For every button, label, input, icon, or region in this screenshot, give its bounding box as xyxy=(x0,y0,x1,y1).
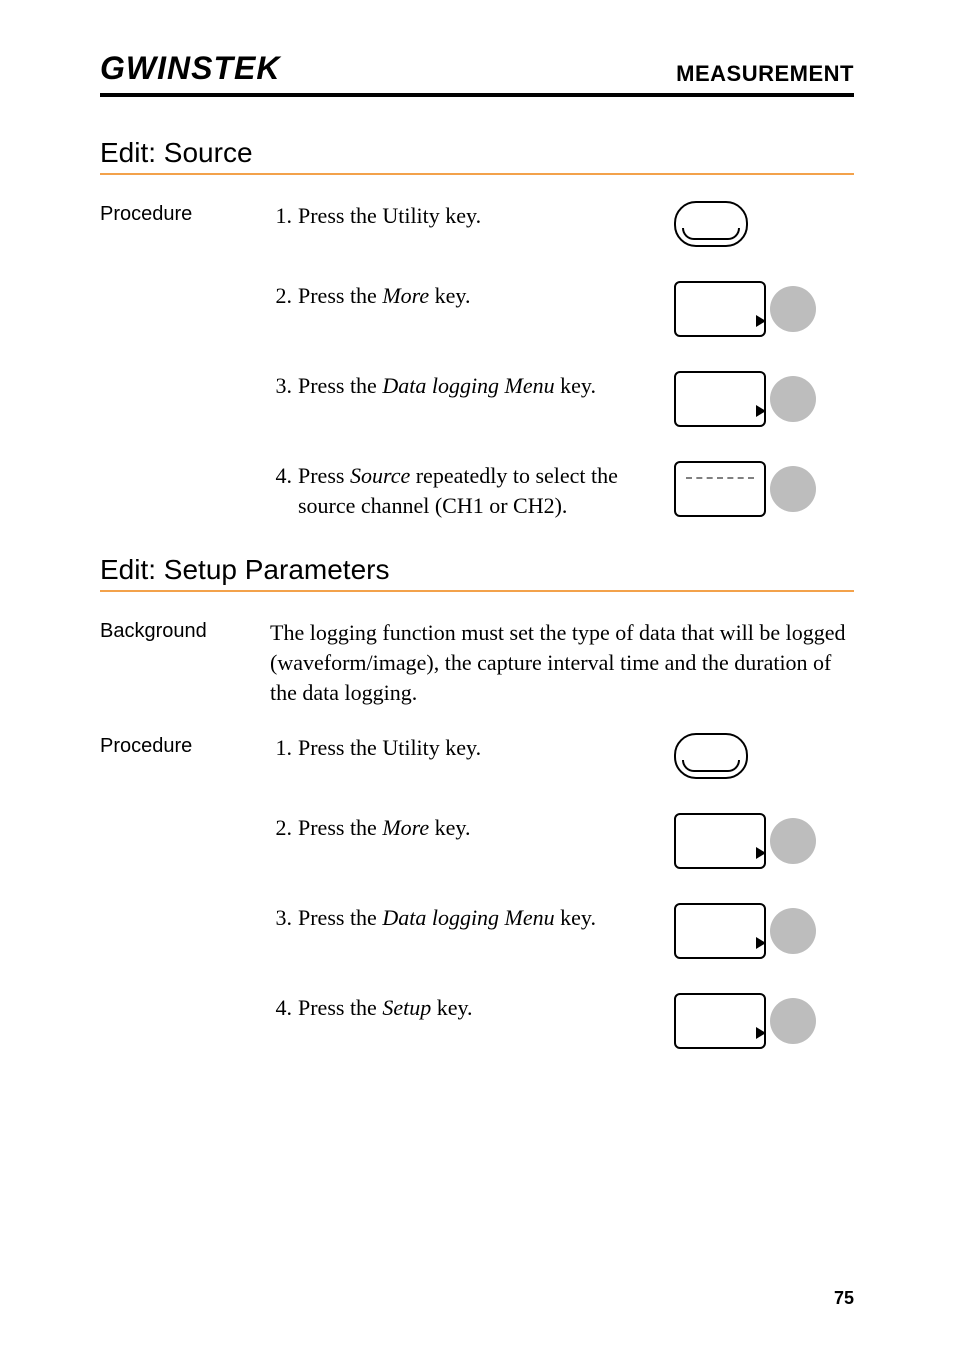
spacer xyxy=(100,813,270,815)
step-text-pre: Press xyxy=(298,463,350,488)
round-button-icon xyxy=(770,376,816,422)
step-text: Press the More key. xyxy=(298,813,660,843)
utility-key-icon xyxy=(674,201,748,247)
procedure-row: 3. Press the Data logging Menu key. xyxy=(100,903,854,959)
step-text-em: Source xyxy=(350,463,410,488)
step-text: Press the Setup key. xyxy=(298,993,660,1023)
step-text-wrap: 4. Press the Setup key. xyxy=(270,993,674,1023)
softkey-dashed-icon xyxy=(674,461,766,517)
step-number: 3. xyxy=(270,903,298,933)
round-button-icon xyxy=(770,908,816,954)
step-text-wrap: 2. Press the More key. xyxy=(270,281,674,311)
procedure-label: Procedure xyxy=(100,733,270,758)
step-text-post: key. xyxy=(431,995,472,1020)
softkey-icon xyxy=(674,903,766,959)
step-number: 1. xyxy=(270,733,298,763)
step-text-pre: Press the xyxy=(298,373,382,398)
procedure-row: 4. Press the Setup key. xyxy=(100,993,854,1049)
softkey-icon xyxy=(674,993,766,1049)
spacer xyxy=(100,993,270,995)
step-text-wrap: 4. Press Source repeatedly to select the… xyxy=(270,461,674,520)
step-text-pre: Press the xyxy=(298,815,382,840)
page: GWINSTEK MEASUREMENT Edit: Source Proced… xyxy=(0,0,954,1349)
step-text-em: Setup xyxy=(382,995,431,1020)
step-text-wrap: 3. Press the Data logging Menu key. xyxy=(270,371,674,401)
softkey-icon xyxy=(674,281,766,337)
section-divider xyxy=(100,173,854,175)
procedure-row: 2. Press the More key. xyxy=(100,281,854,337)
background-text: The logging function must set the type o… xyxy=(270,618,854,707)
step-text-em: Data logging Menu xyxy=(382,373,554,398)
background-label: Background xyxy=(100,618,270,643)
step-number: 2. xyxy=(270,813,298,843)
step-text: Press the Utility key. xyxy=(298,733,660,763)
step-text: Press the Utility key. xyxy=(298,201,660,231)
step-number: 1. xyxy=(270,201,298,231)
step-graphic xyxy=(674,461,854,517)
step-text-post: key. xyxy=(429,815,470,840)
step-text: Press Source repeatedly to select the so… xyxy=(298,461,660,520)
header-section-title: MEASUREMENT xyxy=(676,61,854,87)
spacer xyxy=(100,281,270,283)
spacer xyxy=(100,461,270,463)
step-text: Press the More key. xyxy=(298,281,660,311)
step-graphic xyxy=(674,813,854,869)
softkey-icon xyxy=(674,813,766,869)
step-graphic xyxy=(674,201,854,247)
procedure-label: Procedure xyxy=(100,201,270,226)
step-number: 4. xyxy=(270,461,298,491)
step-graphic xyxy=(674,371,854,427)
step-text-post: key. xyxy=(429,283,470,308)
procedure-row: 3. Press the Data logging Menu key. xyxy=(100,371,854,427)
round-button-icon xyxy=(770,286,816,332)
softkey-icon xyxy=(674,371,766,427)
brand-logo: GWINSTEK xyxy=(100,50,280,87)
section-title-edit-source: Edit: Source xyxy=(100,137,854,169)
step-number: 2. xyxy=(270,281,298,311)
step-number: 4. xyxy=(270,993,298,1023)
procedure-row: 2. Press the More key. xyxy=(100,813,854,869)
spacer xyxy=(100,903,270,905)
procedure-row: 4. Press Source repeatedly to select the… xyxy=(100,461,854,520)
procedure-row: Procedure 1. Press the Utility key. xyxy=(100,733,854,779)
step-text-pre: Press the xyxy=(298,283,382,308)
step-text-wrap: 1. Press the Utility key. xyxy=(270,733,674,763)
step-text-pre: Press the xyxy=(298,905,382,930)
step-graphic xyxy=(674,281,854,337)
utility-key-icon xyxy=(674,733,748,779)
step-text-pre: Press the xyxy=(298,995,382,1020)
round-button-icon xyxy=(770,466,816,512)
page-number: 75 xyxy=(834,1288,854,1309)
step-number: 3. xyxy=(270,371,298,401)
step-text: Press the Data logging Menu key. xyxy=(298,903,660,933)
step-text-em: Data logging Menu xyxy=(382,905,554,930)
step-text-em: More xyxy=(382,283,429,308)
step-graphic xyxy=(674,993,854,1049)
step-text-wrap: 2. Press the More key. xyxy=(270,813,674,843)
procedure-row: Procedure 1. Press the Utility key. xyxy=(100,201,854,247)
step-text-post: key. xyxy=(555,373,596,398)
step-graphic xyxy=(674,903,854,959)
round-button-icon xyxy=(770,818,816,864)
step-text-wrap: 1. Press the Utility key. xyxy=(270,201,674,231)
step-text-em: More xyxy=(382,815,429,840)
round-button-icon xyxy=(770,998,816,1044)
step-text-post: key. xyxy=(555,905,596,930)
section-divider xyxy=(100,590,854,592)
page-header: GWINSTEK MEASUREMENT xyxy=(100,50,854,97)
step-graphic xyxy=(674,733,854,779)
step-text: Press the Data logging Menu key. xyxy=(298,371,660,401)
background-row: Background The logging function must set… xyxy=(100,618,854,707)
section-title-edit-setup: Edit: Setup Parameters xyxy=(100,554,854,586)
step-text-wrap: 3. Press the Data logging Menu key. xyxy=(270,903,674,933)
spacer xyxy=(100,371,270,373)
